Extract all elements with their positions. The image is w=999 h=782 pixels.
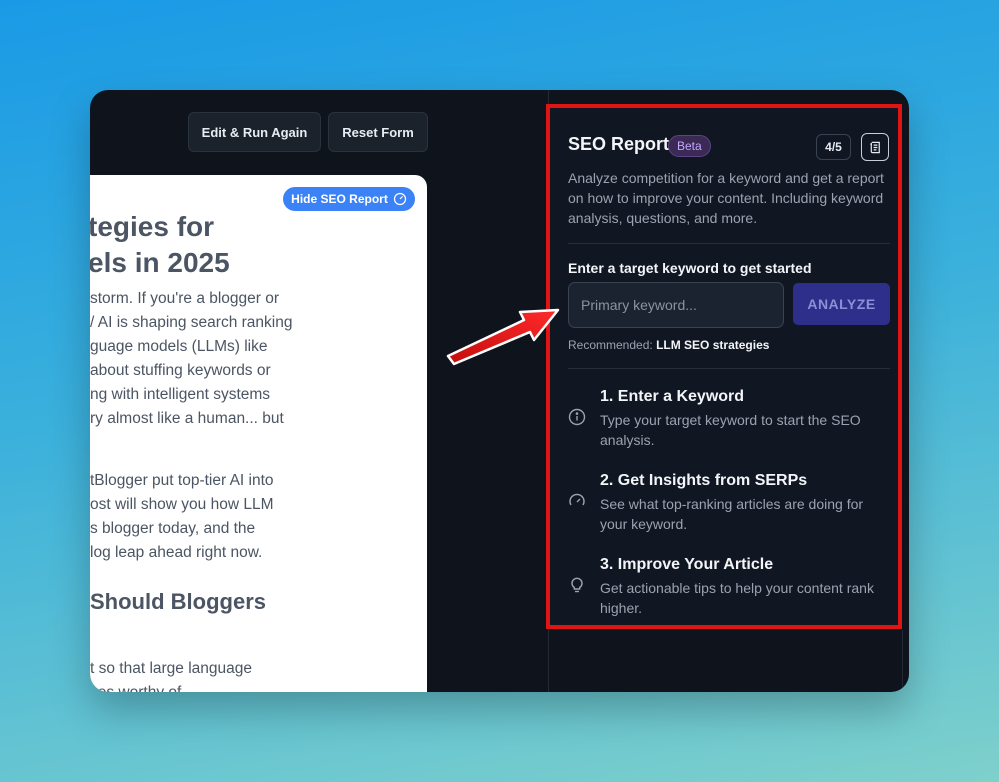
- seo-report-description: Analyze competition for a keyword and ge…: [568, 170, 884, 226]
- step-description: Type your target keyword to start the SE…: [600, 412, 861, 448]
- gauge-icon: [393, 192, 406, 206]
- article-title-line-2: els in 2025: [90, 247, 230, 278]
- article-paragraph-3: t so that large language ces worthy of: [90, 657, 427, 692]
- seo-report-title: SEO Report: [568, 134, 670, 154]
- panel-divider-right: [902, 630, 903, 692]
- paragraph-line: t so that large language: [90, 660, 253, 677]
- paragraph-line: ost will show you how LLM: [90, 496, 274, 513]
- article-preview: Hide SEO Report tegies for els in 2025 s…: [90, 175, 427, 692]
- article-title: tegies for els in 2025: [90, 209, 427, 281]
- info-icon: [568, 408, 586, 426]
- primary-keyword-input[interactable]: [568, 282, 784, 328]
- step-title: 2. Get Insights from SERPs: [600, 472, 808, 489]
- recommended-keyword[interactable]: Recommended: LLM SEO strategies: [568, 338, 769, 352]
- report-history-button[interactable]: [861, 133, 889, 161]
- keyword-label: Enter a target keyword to get started: [568, 260, 812, 276]
- paragraph-line: ry almost like a human... but: [90, 410, 284, 427]
- step-title: 1. Enter a Keyword: [600, 388, 745, 405]
- article-paragraph-1: storm. If you're a blogger or / AI is sh…: [90, 287, 427, 431]
- edit-run-again-button[interactable]: Edit & Run Again: [188, 112, 321, 152]
- step-title: 3. Improve Your Article: [600, 556, 774, 573]
- scroll-icon: [869, 141, 880, 153]
- paragraph-line: ng with intelligent systems: [90, 386, 271, 403]
- beta-badge: Beta: [668, 135, 711, 157]
- usage-count-badge: 4/5: [816, 134, 851, 160]
- paragraph-line: tBlogger put top-tier AI into: [90, 472, 274, 489]
- hide-seo-label: Hide SEO Report: [291, 192, 388, 206]
- paragraph-line: storm. If you're a blogger or: [90, 290, 280, 307]
- reset-form-button[interactable]: Reset Form: [328, 112, 428, 152]
- pointer-arrow-icon: [446, 308, 560, 366]
- paragraph-line: about stuffing keywords or: [90, 362, 271, 379]
- divider: [568, 243, 890, 244]
- seo-report-panel: SEO Report Beta 4/5 Analyze competition …: [546, 104, 902, 629]
- lightbulb-icon: [568, 576, 586, 594]
- step-description: Get actionable tips to help your content…: [600, 580, 874, 616]
- paragraph-line: ces worthy of: [90, 681, 427, 692]
- article-subheading: Should Bloggers: [90, 589, 266, 614]
- recommended-prefix: Recommended:: [568, 338, 653, 352]
- recommended-value: LLM SEO strategies: [656, 338, 770, 352]
- hide-seo-report-button[interactable]: Hide SEO Report: [283, 187, 415, 211]
- divider: [568, 368, 890, 369]
- paragraph-line: guage models (LLMs) like: [90, 338, 268, 355]
- article-title-line-1: tegies for: [90, 211, 215, 242]
- article-paragraph-2: tBlogger put top-tier AI into ost will s…: [90, 469, 427, 565]
- paragraph-line: / AI is shaping search ranking: [90, 314, 293, 331]
- analyze-button[interactable]: ANALYZE: [793, 283, 890, 325]
- paragraph-line: log leap ahead right now.: [90, 544, 263, 561]
- paragraph-line: s blogger today, and the: [90, 520, 256, 537]
- gauge-icon: [568, 492, 586, 510]
- app-window: Edit & Run Again Reset Form Hide SEO Rep…: [90, 90, 909, 692]
- step-description: See what top-ranking articles are doing …: [600, 496, 864, 532]
